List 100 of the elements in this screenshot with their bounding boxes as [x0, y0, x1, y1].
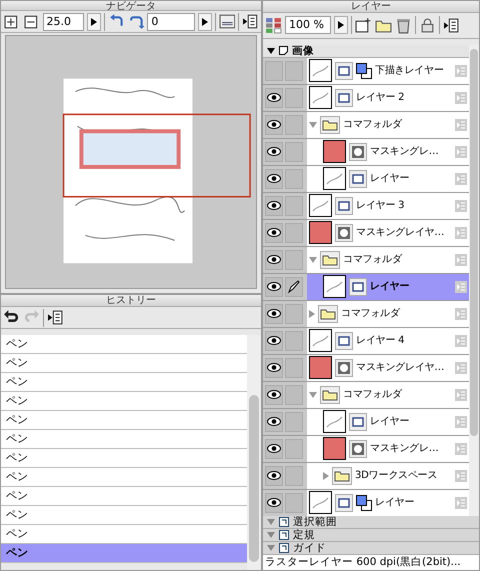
palette-icon[interactable] — [265, 16, 282, 34]
layer-menu-icon[interactable] — [455, 308, 467, 320]
collapse-triangle-icon[interactable] — [309, 310, 315, 318]
status-text: ラスターレイヤー 600 dpi(黒白(2bit)... — [263, 555, 479, 570]
layer-thumbnail — [309, 86, 332, 110]
layer-menu-icon[interactable] — [455, 200, 467, 212]
folder-icon — [320, 250, 340, 269]
opacity-menu-button[interactable] — [334, 16, 348, 34]
layer-name: マスキングレイヤ… — [356, 361, 444, 376]
layer-menu-icon[interactable] — [455, 442, 467, 455]
menu-icon[interactable] — [242, 13, 260, 30]
layer-thumbnail — [323, 275, 346, 298]
mask-icon — [335, 224, 353, 242]
layer-name: 下描きレイヤー — [375, 64, 444, 78]
page-icon — [279, 46, 288, 56]
history-item[interactable]: ペン — [1, 392, 247, 411]
layer-menu-icon[interactable] — [455, 496, 467, 509]
section-label[interactable]: 選択範囲 — [293, 516, 337, 528]
triangle-icon — [202, 18, 208, 26]
raster-layer-icon — [335, 494, 353, 512]
layer-thumbnail — [323, 167, 346, 190]
layer-name: レイヤー — [370, 415, 410, 430]
history-item[interactable]: ペン — [1, 487, 247, 506]
raster-layer-icon — [335, 196, 353, 215]
mask-icon — [349, 142, 367, 161]
panel-title: ヒストリー — [1, 295, 261, 307]
menu-icon[interactable] — [47, 309, 64, 326]
history-item[interactable]: ペン — [1, 373, 247, 392]
section-label[interactable]: 定規 — [293, 529, 315, 542]
layer-menu-icon[interactable] — [455, 388, 467, 401]
layer-name: コマフォルダ — [343, 118, 402, 132]
section-icon — [279, 517, 289, 528]
menu-icon[interactable] — [443, 16, 460, 34]
history-item[interactable]: ペン — [1, 449, 247, 468]
layer-menu-icon[interactable] — [455, 172, 467, 185]
folder-icon — [320, 116, 340, 134]
layer-menu-icon[interactable] — [455, 362, 467, 374]
group-label: 画像 — [292, 44, 314, 57]
layer-menu-icon[interactable] — [455, 280, 467, 293]
collapse-triangle-icon[interactable] — [323, 472, 329, 480]
layer-menu-icon[interactable] — [455, 334, 467, 347]
zoom-out-icon[interactable] — [22, 13, 40, 30]
folder-icon — [318, 304, 338, 323]
lock-icon[interactable] — [419, 16, 436, 34]
raster-layer-icon — [349, 170, 367, 188]
history-item[interactable]: ペン — [1, 544, 247, 563]
layer-thumbnail — [323, 140, 346, 164]
history-item[interactable]: ペン — [1, 430, 247, 449]
layer-name: レイヤー — [375, 496, 414, 510]
history-item[interactable]: ペン — [1, 335, 247, 354]
layer-thumbnail — [309, 59, 332, 82]
raster-layer-icon — [335, 62, 353, 80]
layer-name: マスキングレ… — [370, 442, 439, 456]
scrollbar-thumb[interactable] — [249, 395, 259, 562]
layer-name: レイヤー 4 — [356, 334, 404, 348]
layer-menu-icon[interactable] — [455, 118, 467, 131]
layer-thumbnail — [309, 329, 332, 352]
layer-menu-icon[interactable] — [455, 92, 467, 104]
layer-name: レイヤー — [370, 280, 410, 294]
folder-icon — [332, 466, 352, 485]
layer-menu-icon[interactable] — [455, 226, 467, 239]
angle-menu-button[interactable] — [198, 12, 212, 30]
triangle-icon — [90, 18, 97, 26]
layer-thumbnail — [309, 356, 332, 380]
layer-name: コマフォルダ — [343, 388, 402, 402]
expand-triangle-icon[interactable] — [267, 48, 275, 54]
panel-icon[interactable] — [218, 13, 236, 30]
layer-name: コマフォルダ — [341, 307, 400, 322]
history-item[interactable]: ペン — [1, 468, 247, 487]
layer-menu-icon[interactable] — [455, 416, 467, 428]
zoom-field[interactable]: 25.0 — [42, 12, 84, 30]
section-icon — [279, 530, 289, 540]
raster-layer-icon — [349, 412, 367, 431]
layer-menu-icon[interactable] — [455, 254, 467, 266]
zoom-menu-button[interactable] — [87, 12, 101, 30]
new-layer-icon[interactable] — [355, 16, 372, 34]
layer-menu-icon[interactable] — [455, 146, 467, 158]
layer-thumbnail — [309, 491, 332, 514]
history-item[interactable]: ペン — [1, 506, 247, 525]
history-item[interactable]: ペン — [1, 525, 247, 544]
layer-menu-icon[interactable] — [455, 64, 467, 77]
layer-thumbnail — [323, 410, 346, 434]
section-label[interactable]: ガイド — [293, 542, 326, 554]
zoom-in-icon[interactable] — [3, 13, 20, 30]
history-item[interactable]: ペン — [1, 354, 247, 373]
section-icon — [279, 543, 289, 554]
panel-title: レイヤー — [263, 1, 479, 13]
layer-name: レイヤー 3 — [356, 199, 404, 214]
raster-layer-icon — [349, 278, 367, 296]
angle-field[interactable]: 0 — [147, 12, 195, 30]
raster-layer-icon — [335, 88, 353, 107]
layer-name: 3Dワークスペース — [355, 469, 438, 484]
scrollbar-thumb[interactable] — [470, 48, 478, 436]
history-item[interactable]: ペン — [1, 411, 247, 430]
mask-icon — [349, 440, 367, 458]
opacity-field[interactable]: 100 % — [285, 16, 331, 34]
trash-icon[interactable] — [395, 16, 412, 34]
layer-menu-icon[interactable] — [455, 470, 467, 482]
layer-name: マスキングレイヤ… — [356, 226, 444, 240]
layer-thumbnail — [309, 194, 332, 218]
